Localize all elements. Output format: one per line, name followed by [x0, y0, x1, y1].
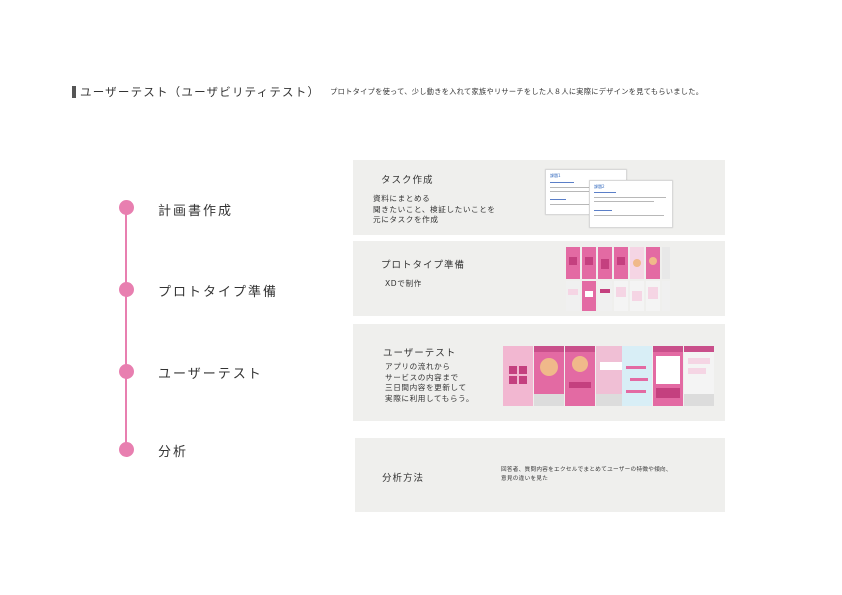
- card-text-line: 意見の違いを見た: [501, 476, 549, 482]
- card-text-line: 三日間内容を更新して: [385, 383, 467, 392]
- app-screen: [653, 346, 683, 406]
- artboard-screen: [630, 281, 644, 311]
- card-description: アプリの流れから サービスの内容まで 三日間内容を更新して 実際に利用してもらう…: [385, 362, 474, 404]
- card-text-line: 元にタスクを作成: [373, 215, 439, 224]
- card-description: 資料にまとめる 聞きたいこと、検証したいことを 元にタスクを作成: [373, 194, 496, 226]
- card-text-line: 回答者、質問内容をエクセルでまとめてユーザーの特徴や傾向、: [501, 467, 672, 473]
- card-task: タスク作成 資料にまとめる 聞きたいこと、検証したいことを 元にタスクを作成 課…: [353, 160, 725, 235]
- card-text-line: XDで制作: [385, 279, 422, 288]
- doc-heading: 課題1: [550, 173, 561, 178]
- page-header: ユーザーテスト（ユーザビリティテスト） プロトタイプを使って、少し動きを入れて家…: [72, 85, 704, 99]
- timeline-dot: [119, 364, 134, 379]
- app-screen: [503, 346, 533, 406]
- artboard-screen: [630, 247, 644, 279]
- card-text-line: 実際に利用してもらう。: [385, 393, 475, 403]
- step-label-analysis: 分析: [158, 445, 189, 460]
- card-description: 回答者、質問内容をエクセルでまとめてユーザーの特徴や傾向、 意見の違いを見た: [501, 466, 672, 484]
- app-screen: [565, 346, 595, 406]
- timeline-dot: [119, 200, 134, 215]
- card-description: XDで制作: [385, 279, 422, 290]
- timeline-line: [125, 207, 127, 450]
- app-screen: [684, 346, 714, 406]
- artboard-screen: [582, 247, 596, 279]
- app-screen: [622, 346, 652, 406]
- artboard-screen: [582, 281, 596, 311]
- page-subtitle: プロトタイプを使って、少し動きを入れて家族やリサーチをした人８人に実際にデザイン…: [330, 87, 704, 96]
- artboard-screen: [662, 247, 670, 279]
- artboard-screen: [566, 281, 580, 311]
- card-title: ユーザーテスト: [383, 348, 457, 359]
- card-text-line: 資料にまとめる: [373, 194, 431, 203]
- doc-heading: 課題2: [594, 184, 605, 189]
- card-title: タスク作成: [381, 175, 434, 186]
- card-title: 分析方法: [382, 473, 425, 484]
- card-text-line: サービスの内容まで: [385, 372, 459, 382]
- artboard-screen: [646, 247, 660, 279]
- app-screen: [534, 346, 564, 406]
- artboard-screen: [614, 281, 628, 311]
- page-title: ユーザーテスト（ユーザビリティテスト）: [80, 85, 321, 99]
- artboard-screen: [662, 281, 670, 311]
- artboard-screen: [646, 281, 660, 311]
- header-marker: [72, 86, 76, 98]
- task-document-thumbnail: 課題2: [589, 180, 673, 228]
- timeline-dot: [119, 282, 134, 297]
- card-usertest: ユーザーテスト アプリの流れから サービスの内容まで 三日間内容を更新して 実際…: [353, 324, 725, 421]
- step-label-plan: 計画書作成: [158, 204, 234, 219]
- artboard-screen: [566, 247, 580, 279]
- step-label-prototype: プロトタイプ準備: [158, 285, 279, 300]
- card-prototype: プロトタイプ準備 XDで制作: [353, 241, 725, 316]
- timeline-dot: [119, 442, 134, 457]
- artboard-screen: [598, 281, 612, 311]
- card-analysis: 分析方法 回答者、質問内容をエクセルでまとめてユーザーの特徴や傾向、 意見の違い…: [355, 438, 725, 512]
- artboard-screen: [598, 247, 612, 279]
- card-text-line: アプリの流れから: [385, 362, 451, 371]
- card-text-line: 聞きたいこと、検証したいことを: [373, 204, 496, 214]
- card-title: プロトタイプ準備: [381, 260, 466, 271]
- artboard-screen: [614, 247, 628, 279]
- step-label-usertest: ユーザーテスト: [158, 367, 263, 382]
